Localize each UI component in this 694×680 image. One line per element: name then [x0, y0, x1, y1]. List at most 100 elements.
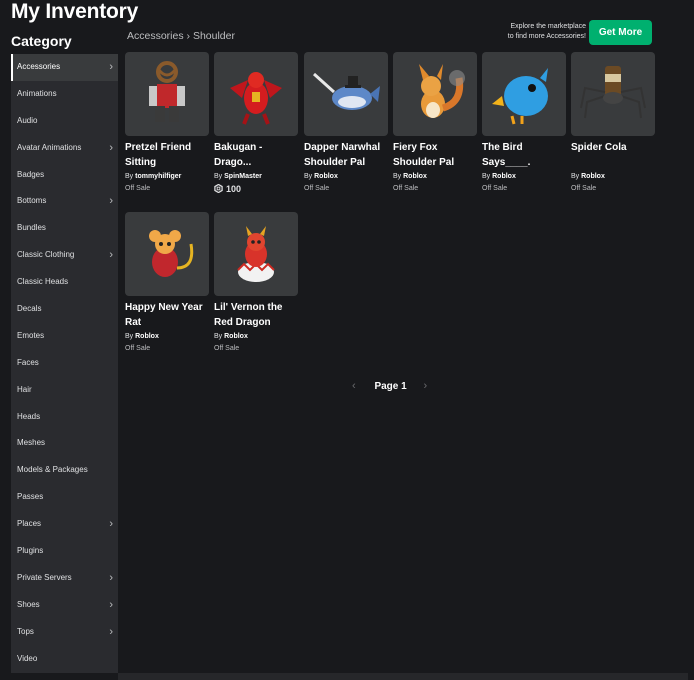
- item-status: Off Sale: [571, 185, 597, 192]
- item-creator-prefix: By: [125, 173, 134, 180]
- sidebar-item-tops[interactable]: Tops ›: [11, 619, 118, 646]
- item-status: Off Sale: [304, 185, 330, 192]
- pretzel-avatar-icon[interactable]: [125, 52, 209, 136]
- sidebar-item-label: Emotes: [17, 330, 45, 340]
- sidebar-item-label: Classic Heads: [17, 277, 69, 287]
- sidebar-item-label: Models & Packages: [17, 465, 88, 475]
- item-creator: By SpinMaster: [214, 171, 299, 183]
- item-creator-name[interactable]: Roblox: [224, 333, 248, 340]
- item-card[interactable]: Lil' Vernon the Red Dragon By Roblox Off S…: [214, 212, 299, 355]
- item-card[interactable]: Happy New Year Rat By Roblox Off Sale: [125, 212, 210, 355]
- item-card[interactable]: Fiery Fox Shoulder Pal By Roblox Off Sale: [393, 52, 478, 195]
- sidebar-item-meshes[interactable]: Meshes: [11, 430, 118, 457]
- sidebar-item-classic-heads[interactable]: Classic Heads: [11, 269, 118, 296]
- item-creator-prefix: By: [482, 173, 491, 180]
- item-creator-name[interactable]: Roblox: [135, 333, 159, 340]
- sidebar-item-models-packages[interactable]: Models & Packages: [11, 457, 118, 484]
- item-creator-name[interactable]: Roblox: [581, 173, 605, 180]
- page-label: Page 1: [374, 381, 407, 392]
- item-card[interactable]: Spider Cola By Roblox Off Sale: [571, 52, 656, 195]
- item-status: Off Sale: [482, 185, 508, 192]
- sidebar-item-decals[interactable]: Decals: [11, 296, 118, 323]
- item-creator-prefix: By: [214, 333, 223, 340]
- item-name[interactable]: Happy New Year Rat: [125, 300, 210, 330]
- chevron-right-icon: ›: [109, 571, 113, 584]
- item-creator-name[interactable]: tommyhilfiger: [135, 173, 181, 180]
- item-card[interactable]: Bakugan - Drago... By SpinMaster 100: [214, 52, 299, 195]
- sidebar-item-badges[interactable]: Badges: [11, 162, 118, 189]
- breadcrumb-separator: ›: [186, 30, 191, 42]
- item-creator: By Roblox: [214, 331, 299, 343]
- sidebar-item-label: Meshes: [17, 438, 46, 448]
- item-name[interactable]: Pretzel Friend Sitting: [125, 140, 210, 170]
- next-page-button[interactable]: ›: [423, 380, 427, 392]
- item-card[interactable]: Pretzel Friend Sitting By tommyhilfiger Of…: [125, 52, 210, 195]
- item-status: Off Sale: [393, 185, 419, 192]
- chevron-right-icon: ›: [109, 625, 113, 638]
- item-name[interactable]: Bakugan - Drago...: [214, 140, 299, 170]
- spider-cola-icon[interactable]: [571, 52, 655, 136]
- sidebar-item-emotes[interactable]: Emotes: [11, 323, 118, 350]
- item-name[interactable]: Dapper Narwhal Shoulder Pal: [304, 140, 389, 170]
- sidebar-item-audio[interactable]: Audio: [11, 108, 118, 135]
- sidebar-item-passes[interactable]: Passes: [11, 484, 118, 511]
- chevron-right-icon: ›: [109, 598, 113, 611]
- item-card[interactable]: The Bird Says____. By Roblox Off Sale: [482, 52, 567, 195]
- sidebar-item-bundles[interactable]: Bundles: [11, 215, 118, 242]
- item-creator: By tommyhilfiger: [125, 171, 210, 183]
- sidebar-item-label: Hair: [17, 384, 32, 394]
- chevron-right-icon: ›: [109, 195, 113, 208]
- item-name[interactable]: Lil' Vernon the Red Dragon: [214, 300, 299, 330]
- sidebar-item-accessories[interactable]: Accessories ›: [11, 54, 118, 81]
- sidebar-item-label: Heads: [17, 411, 41, 421]
- sidebar-item-label: Places: [17, 519, 42, 529]
- item-creator: By Roblox: [304, 171, 389, 183]
- narwhal-icon[interactable]: [304, 52, 388, 136]
- sidebar-item-places[interactable]: Places ›: [11, 511, 118, 538]
- sidebar-item-hair[interactable]: Hair: [11, 377, 118, 404]
- sidebar-item-label: Avatar Animations: [17, 142, 82, 152]
- sidebar-item-label: Tops: [17, 626, 34, 636]
- item-creator-name[interactable]: Roblox: [492, 173, 516, 180]
- sidebar-item-label: Shoes: [17, 599, 40, 609]
- sidebar-item-label: Animations: [17, 88, 57, 98]
- prev-page-button[interactable]: ‹: [352, 380, 356, 392]
- red-dragon-icon[interactable]: [214, 52, 298, 136]
- sidebar-item-label: Private Servers: [17, 572, 72, 582]
- sidebar-item-label: Classic Clothing: [17, 250, 75, 260]
- breadcrumb-parent[interactable]: Accessories: [127, 30, 184, 42]
- promo-line-2: to find more Accessories!: [507, 32, 586, 40]
- item-card[interactable]: Dapper Narwhal Shoulder Pal By Roblox Off …: [304, 52, 389, 195]
- chevron-right-icon: ›: [109, 518, 113, 531]
- item-name[interactable]: Fiery Fox Shoulder Pal: [393, 140, 478, 170]
- sidebar-item-avatar-animations[interactable]: Avatar Animations ›: [11, 135, 118, 162]
- get-more-button[interactable]: Get More: [589, 20, 652, 45]
- item-name[interactable]: The Bird Says____.: [482, 140, 567, 170]
- sidebar-item-animations[interactable]: Animations: [11, 81, 118, 108]
- sidebar-item-private-servers[interactable]: Private Servers ›: [11, 565, 118, 592]
- sidebar-item-faces[interactable]: Faces: [11, 350, 118, 377]
- sidebar-item-classic-clothing[interactable]: Classic Clothing ›: [11, 242, 118, 269]
- sidebar-item-label: Accessories: [17, 62, 61, 71]
- bottom-scrollbar[interactable]: [118, 673, 688, 680]
- item-creator-prefix: By: [571, 173, 580, 180]
- item-name[interactable]: Spider Cola: [571, 140, 656, 170]
- item-status: Off Sale: [214, 345, 240, 352]
- item-creator: By Roblox: [571, 171, 656, 183]
- sidebar-item-bottoms[interactable]: Bottoms ›: [11, 188, 118, 215]
- item-creator-name[interactable]: Roblox: [314, 173, 338, 180]
- page-title: My Inventory: [11, 0, 139, 23]
- sidebar-item-plugins[interactable]: Plugins: [11, 538, 118, 565]
- category-heading: Category: [11, 33, 72, 49]
- sidebar-item-label: Video: [17, 653, 38, 663]
- sidebar-item-heads[interactable]: Heads: [11, 404, 118, 431]
- sidebar-item-video[interactable]: Video: [11, 646, 118, 673]
- blue-bird-icon[interactable]: [482, 52, 566, 136]
- item-creator-name[interactable]: SpinMaster: [224, 173, 262, 180]
- sidebar-item-shoes[interactable]: Shoes ›: [11, 592, 118, 619]
- sidebar-item-label: Audio: [17, 115, 38, 125]
- fox-icon[interactable]: [393, 52, 477, 136]
- baby-dragon-icon[interactable]: [214, 212, 298, 296]
- item-creator-name[interactable]: Roblox: [403, 173, 427, 180]
- rat-icon[interactable]: [125, 212, 209, 296]
